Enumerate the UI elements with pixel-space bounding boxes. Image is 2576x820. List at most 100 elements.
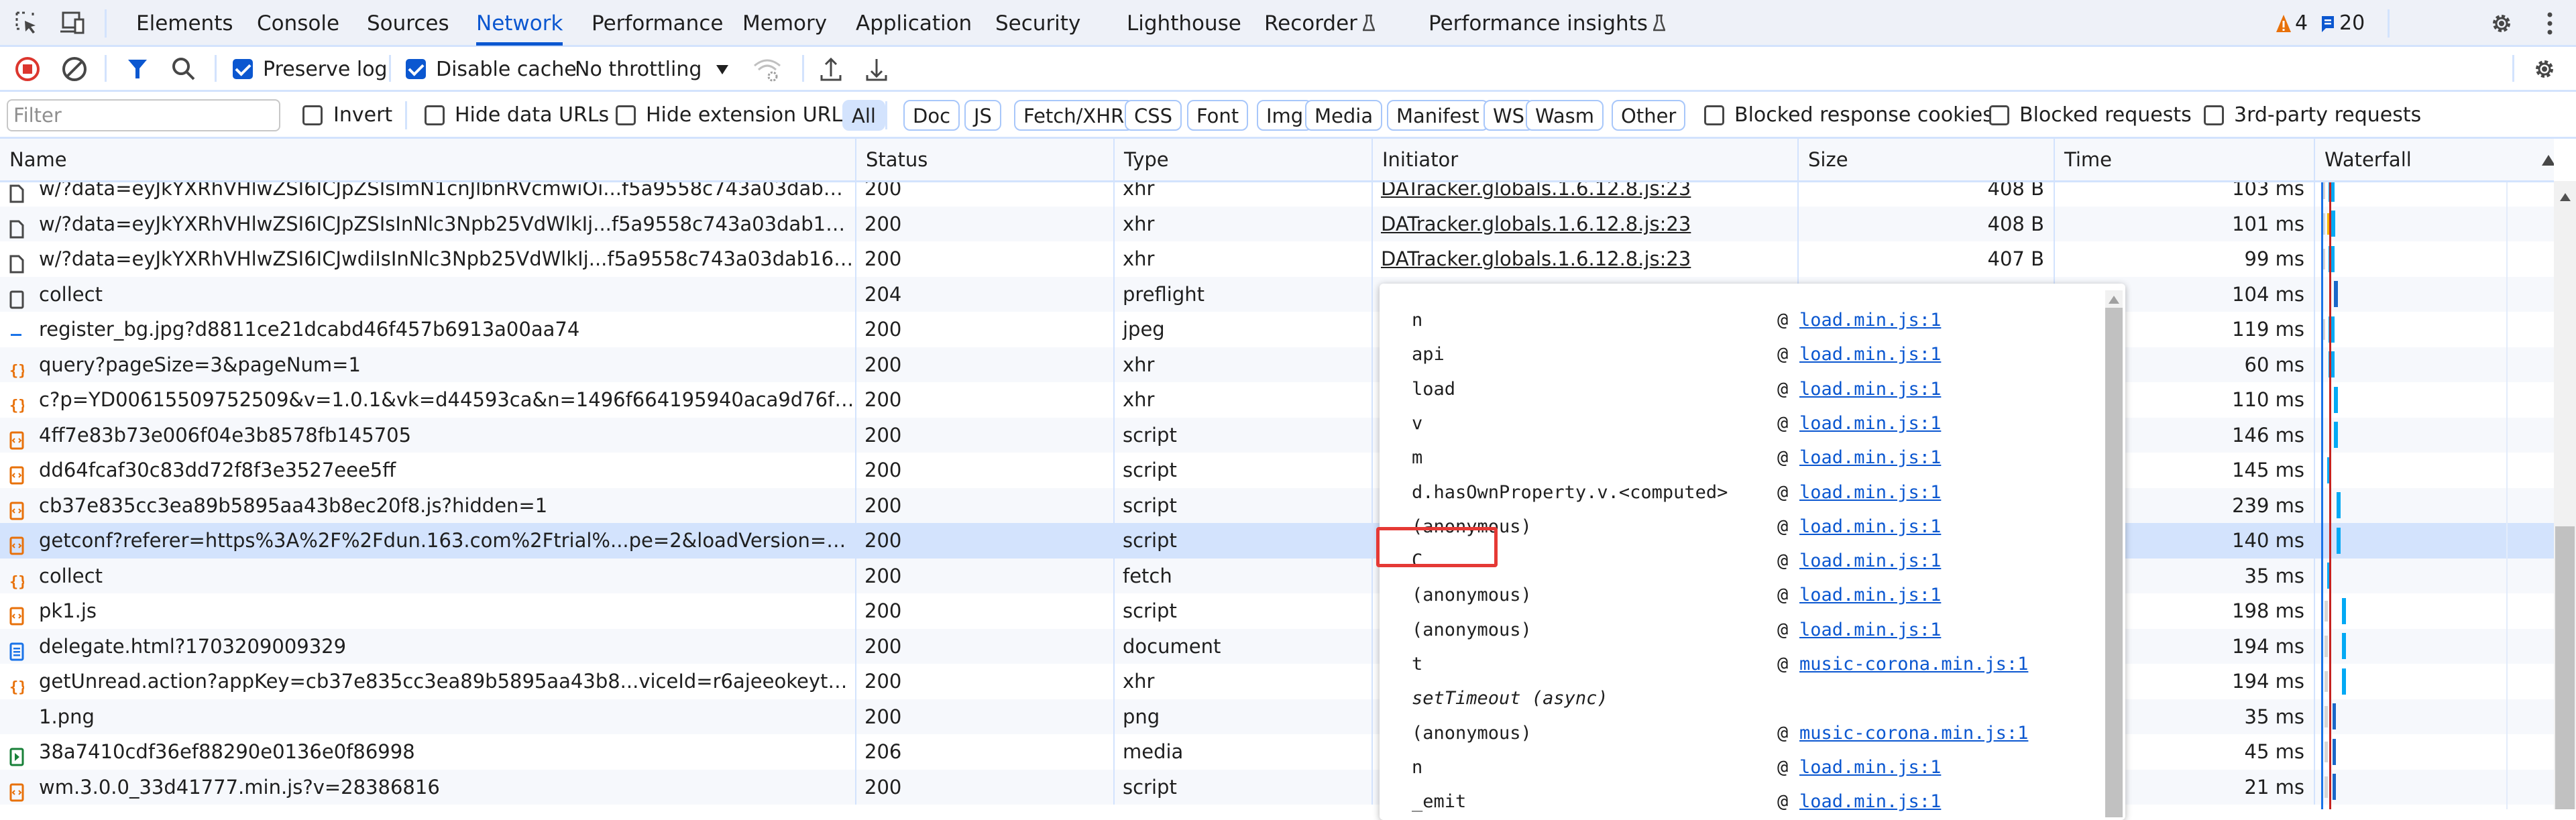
table-row[interactable]: register_bg.jpg?d8811ce21dcabd46f457b691… — [0, 312, 2554, 347]
source-link[interactable]: load.min.js:1 — [1799, 751, 1941, 784]
type-filter-js[interactable]: JS — [964, 100, 1001, 131]
source-link[interactable]: load.min.js:1 — [1799, 476, 1941, 510]
source-link[interactable]: load.min.js:1 — [1799, 304, 1941, 337]
tab-performance-insights[interactable]: Performance insights — [1429, 0, 1665, 45]
table-row[interactable]: 38a7410cdf36ef88290e0136e0f86998 206 media… — [0, 734, 2554, 770]
source-link[interactable]: load.min.js:1 — [1799, 338, 1941, 371]
tab-performance[interactable]: Performance — [592, 0, 723, 45]
request-waterfall[interactable] — [2314, 734, 2554, 770]
table-row[interactable]: dd64fcaf30c83dd72f8f3e3527eee5ff 200 scrip… — [0, 453, 2554, 488]
popover-scrollbar-thumb[interactable] — [2105, 308, 2123, 817]
table-row[interactable]: pk1.js200script4198 ms — [0, 593, 2554, 629]
request-waterfall[interactable] — [2314, 312, 2554, 347]
tab-sources[interactable]: Sources — [367, 0, 449, 45]
type-filter-img[interactable]: Img — [1257, 100, 1313, 131]
type-filter-wasm[interactable]: Wasm — [1526, 100, 1604, 131]
request-name[interactable]: register_bg.jpg?d8811ce21dcabd46f457b691… — [0, 312, 855, 347]
filter-funnel-icon[interactable] — [127, 58, 148, 80]
tab-elements[interactable]: Elements — [136, 0, 233, 45]
request-waterfall[interactable] — [2314, 347, 2554, 382]
request-name[interactable]: {} getUnread.action?appKey=cb37e835cc3ea8… — [0, 664, 855, 699]
source-link[interactable]: load.min.js:1 — [1799, 785, 1941, 819]
messages-count[interactable]: 20 — [2339, 0, 2365, 47]
request-waterfall[interactable] — [2314, 769, 2554, 805]
request-waterfall[interactable] — [2314, 206, 2554, 241]
table-row[interactable]: 4ff7e83b73e006f04e3b8578fb145705 200 scrip… — [0, 417, 2554, 453]
request-name[interactable]: 1.png — [0, 699, 855, 735]
settings-gear-icon[interactable] — [2489, 11, 2514, 36]
device-toolbar-icon[interactable] — [60, 11, 87, 35]
type-filter-font[interactable]: Font — [1187, 100, 1249, 131]
source-link[interactable]: load.min.js:1 — [1799, 544, 1941, 578]
import-har-icon[interactable] — [820, 56, 842, 82]
column-header-status[interactable]: Status — [855, 139, 1113, 180]
table-row[interactable]: w/?data=eyJkYXRhVHlwZSI6ICJwdiIsInNlc3Np… — [0, 241, 2554, 277]
source-link[interactable]: load.min.js:1 — [1799, 407, 1941, 441]
table-scrollbar-thumb[interactable] — [2555, 526, 2575, 809]
table-row[interactable]: wm.3.0.0_33d41777.min.js?v=28386816 200 sc… — [0, 769, 2554, 805]
table-row[interactable]: collect204preflightP104 ms — [0, 276, 2554, 312]
source-link[interactable]: music-corona.min.js:1 — [1799, 648, 2028, 681]
table-row[interactable]: delegate.html?1703209009329 200 document 19… — [0, 628, 2554, 664]
tab-application[interactable]: Application — [856, 0, 972, 45]
warnings-count[interactable]: 4 — [2295, 0, 2308, 47]
request-name[interactable]: w/?data=eyJkYXRhVHlwZSI6ICJwdiIsInNlc3Np… — [0, 241, 855, 277]
tab-security[interactable]: Security — [995, 0, 1080, 45]
request-waterfall[interactable] — [2314, 276, 2554, 312]
tab-recorder[interactable]: Recorder — [1264, 0, 1375, 45]
request-waterfall[interactable] — [2314, 417, 2554, 453]
scroll-up-arrow-icon[interactable] — [2109, 296, 2119, 304]
blocked-response-cookies-checkbox[interactable] — [1704, 105, 1724, 125]
chevron-down-icon[interactable] — [716, 64, 728, 74]
third-party-requests-checkbox[interactable] — [2204, 105, 2224, 125]
sort-ascending-icon[interactable] — [2542, 155, 2554, 166]
request-name[interactable]: cb37e835cc3ea89b5895aa43b8ec20f8.js?hidd… — [0, 488, 855, 524]
stop-recording-icon[interactable] — [15, 56, 40, 82]
source-link[interactable]: load.min.js:1 — [1799, 579, 1941, 612]
scroll-up-arrow-icon[interactable] — [2560, 193, 2571, 201]
request-waterfall[interactable] — [2314, 558, 2554, 593]
column-header-size[interactable]: Size — [1797, 139, 2054, 180]
type-filter-doc[interactable]: Doc — [903, 100, 960, 131]
filter-input[interactable] — [7, 99, 280, 131]
request-name[interactable]: 38a7410cdf36ef88290e0136e0f86998 — [0, 734, 855, 770]
type-filter-other[interactable]: Other — [1612, 100, 1686, 131]
request-initiator[interactable]: DATracker.globals.1.6.12.8.js:23 — [1371, 206, 1797, 241]
source-link[interactable]: music-corona.min.js:1 — [1799, 717, 2028, 750]
type-filter-media[interactable]: Media — [1305, 100, 1383, 131]
column-header-initiator[interactable]: Initiator — [1371, 139, 1797, 180]
blocked-requests-checkbox[interactable] — [1989, 105, 2009, 125]
network-settings-gear-icon[interactable] — [2532, 56, 2557, 82]
table-row[interactable]: {}query?pageSize=3&pageNum=1200xhrn60 ms — [0, 347, 2554, 382]
table-row[interactable]: 1.png200pngc35 ms — [0, 699, 2554, 735]
request-name[interactable]: pk1.js — [0, 593, 855, 629]
column-header-name[interactable]: Name — [0, 139, 855, 180]
source-link[interactable]: load.min.js:1 — [1799, 510, 1941, 544]
more-options-icon[interactable] — [2546, 11, 2554, 36]
preserve-log-checkbox[interactable] — [233, 59, 253, 79]
request-name[interactable]: {} collect — [0, 559, 855, 594]
request-waterfall[interactable] — [2314, 664, 2554, 699]
request-waterfall[interactable] — [2314, 699, 2554, 734]
hide-data-urls-checkbox[interactable] — [425, 105, 445, 125]
type-filter-fetch-xhr[interactable]: Fetch/XHR — [1014, 100, 1134, 131]
request-waterfall[interactable] — [2314, 453, 2554, 488]
request-name[interactable]: w/?data=eyJkYXRhVHlwZSI6ICJpZSIsInNlc3Np… — [0, 207, 855, 242]
source-link[interactable]: load.min.js:1 — [1799, 441, 1941, 475]
request-name[interactable]: 4ff7e83b73e006f04e3b8578fb145705 — [0, 418, 855, 453]
source-link[interactable]: load.min.js:1 — [1799, 613, 1941, 647]
request-name[interactable]: dd64fcaf30c83dd72f8f3e3527eee5ff — [0, 453, 855, 488]
column-header-time[interactable]: Time — [2054, 139, 2314, 180]
hide-extension-urls-checkbox[interactable] — [616, 105, 636, 125]
tab-memory[interactable]: Memory — [742, 0, 827, 45]
request-name[interactable]: wm.3.0.0_33d41777.min.js?v=28386816 — [0, 770, 855, 805]
request-initiator[interactable]: DATracker.globals.1.6.12.8.js:23 — [1371, 241, 1797, 277]
tab-console[interactable]: Console — [257, 0, 339, 45]
table-row[interactable]: {} c?p=YD00615509752509&v=1.0.1&vk=d44593… — [0, 382, 2554, 418]
inspect-element-icon[interactable] — [15, 11, 39, 35]
request-name[interactable]: delegate.html?1703209009329 — [0, 629, 855, 664]
column-header-type[interactable]: Type — [1113, 139, 1371, 180]
request-waterfall[interactable] — [2314, 628, 2554, 664]
export-har-icon[interactable] — [865, 56, 888, 82]
request-name[interactable]: {} c?p=YD00615509752509&v=1.0.1&vk=d44593… — [0, 382, 855, 418]
